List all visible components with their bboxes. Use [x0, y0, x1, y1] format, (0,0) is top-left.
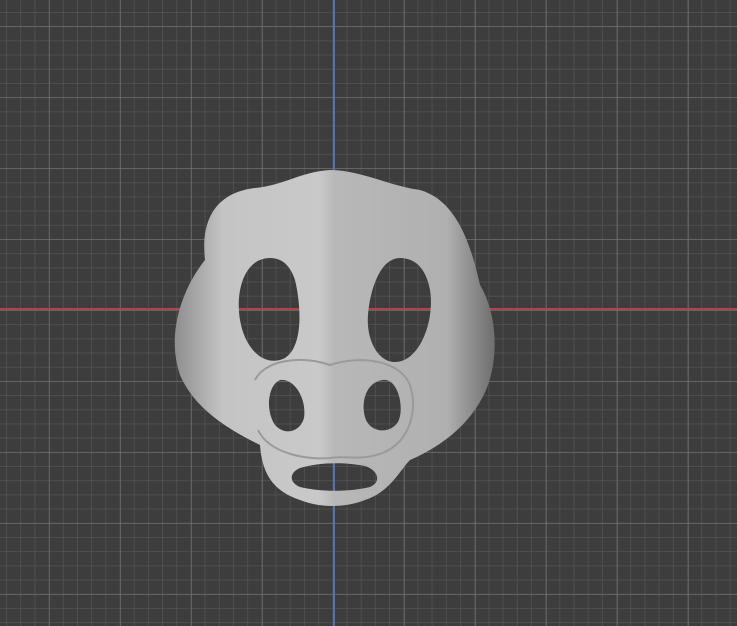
3d-viewport[interactable] — [0, 0, 737, 626]
mask-model[interactable] — [0, 0, 737, 626]
mask-body — [174, 170, 495, 506]
